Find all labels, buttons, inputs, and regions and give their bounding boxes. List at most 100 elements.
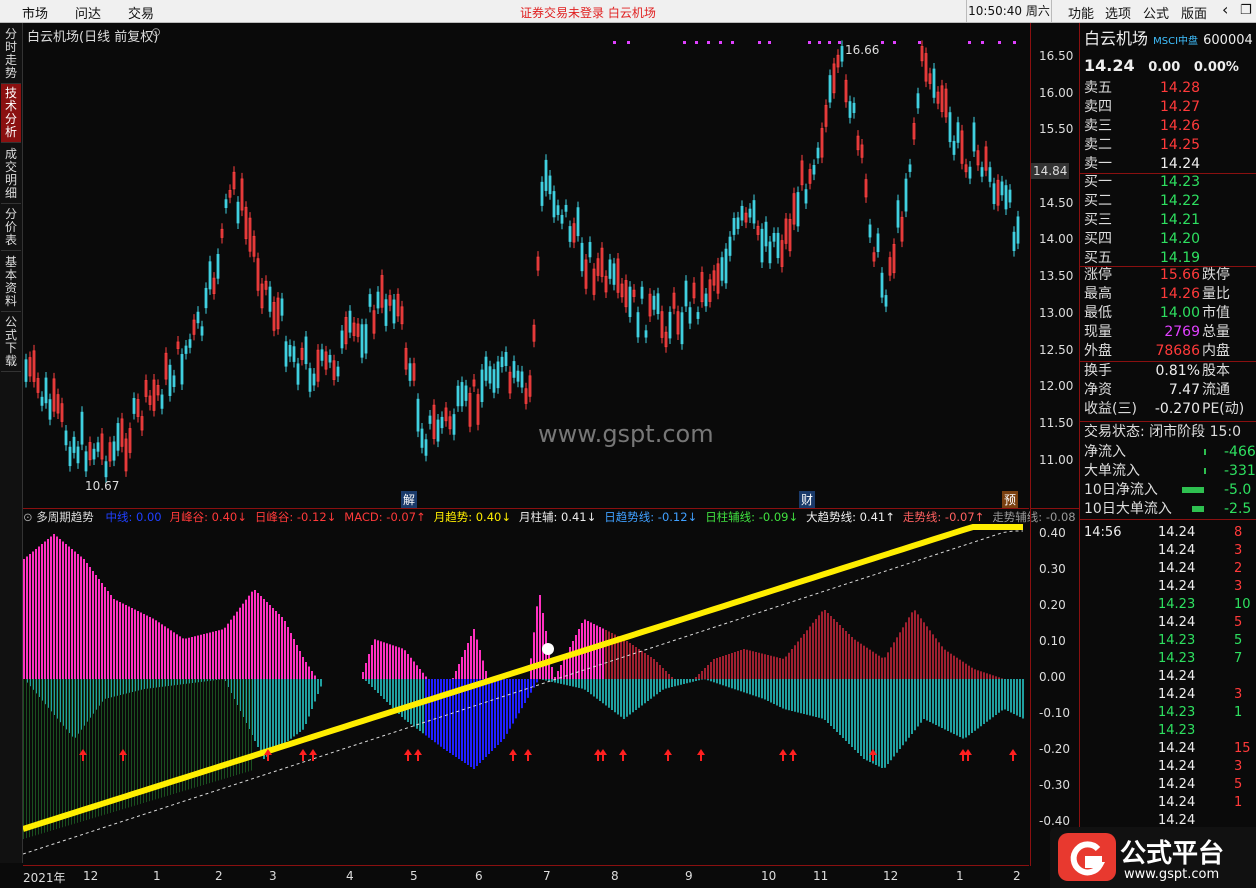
bid-row[interactable]: 买一 14.23	[1084, 173, 1200, 192]
menu-trade[interactable]: 交易	[128, 3, 154, 22]
candle	[1000, 175, 1004, 201]
candle	[840, 40, 844, 68]
event-marker-unlock[interactable]: 解	[401, 491, 418, 508]
flow-value: -5.0	[1224, 482, 1252, 498]
candle	[924, 47, 928, 88]
stat-row: 外盘 78686 内盘	[1084, 342, 1230, 361]
pos-bar	[293, 639, 295, 679]
neg-bar	[407, 679, 409, 722]
neg-bar	[473, 679, 475, 769]
event-marker-forecast[interactable]: 预	[1002, 491, 1019, 508]
candle	[360, 318, 364, 364]
clock: 10:50:40 周六	[966, 0, 1052, 22]
restore-icon[interactable]: ❐	[1240, 3, 1252, 18]
bg-bar	[80, 679, 81, 822]
neg-bar	[482, 679, 484, 760]
pos-bar	[929, 630, 931, 679]
candle	[716, 257, 720, 300]
bid-row[interactable]: 买二 14.22	[1084, 192, 1200, 211]
indicator-chart[interactable]: ⊙ 多周期趋势 中线: 0.00 月峰谷: 0.40↓ 日峰谷: -0.12↓ MAC…	[23, 508, 1076, 866]
ask-row[interactable]: 卖二 14.25	[1084, 136, 1200, 155]
flow-key: 10日大单流入	[1084, 501, 1172, 517]
neg-bar	[773, 679, 775, 704]
ask-row[interactable]: 卖四 14.27	[1084, 98, 1200, 117]
back-icon[interactable]: ‹	[1222, 0, 1228, 19]
neg-bar	[542, 679, 544, 680]
pos-bar	[134, 609, 136, 679]
candle	[416, 393, 420, 438]
ask-row[interactable]: 卖五 14.28	[1084, 79, 1200, 98]
candle	[932, 63, 936, 104]
menu-formula[interactable]: 公式	[1143, 3, 1169, 22]
candle	[256, 252, 260, 297]
candle	[1004, 179, 1008, 215]
bid-row[interactable]: 买三 14.21	[1084, 211, 1200, 230]
candle	[752, 194, 756, 230]
price-tick: 16.00	[1039, 86, 1074, 100]
tab-fundamentals[interactable]: 基本资料	[1, 253, 21, 312]
event-marker-finance[interactable]: 财	[799, 491, 816, 508]
ask-price: 14.28	[1160, 80, 1201, 96]
menu-market[interactable]: 市场	[22, 3, 48, 22]
pos-bar	[221, 629, 223, 679]
tab-technical-analysis[interactable]: 技术分析	[1, 84, 21, 143]
menu-layout[interactable]: 版面	[1181, 3, 1207, 22]
neg-bar	[731, 679, 733, 689]
pos-bar	[74, 551, 76, 679]
pos-bar	[716, 658, 718, 679]
neg-bar	[968, 679, 970, 736]
pos-bar	[452, 678, 454, 679]
pos-bar	[599, 627, 601, 679]
candle	[52, 372, 56, 418]
ask-row[interactable]: 卖一 14.24	[1084, 155, 1200, 174]
tab-price-table[interactable]: 分价表	[1, 205, 21, 251]
pos-bar	[992, 675, 994, 679]
candle	[184, 340, 188, 360]
candle	[580, 237, 584, 277]
candle	[952, 135, 956, 161]
neg-bar	[434, 679, 436, 743]
signal-dot	[808, 41, 811, 44]
tab-time-sharing[interactable]: 分时走势	[1, 25, 21, 84]
neg-bar	[479, 679, 481, 763]
neg-bar	[272, 679, 274, 753]
pos-bar	[797, 641, 799, 679]
bg-bar	[149, 679, 150, 802]
tab-formula-download[interactable]: 公式下载	[1, 313, 21, 372]
pos-bar	[758, 652, 760, 679]
candle	[172, 369, 176, 393]
stat-row: 现量 2769 总量	[1084, 323, 1230, 342]
candlestick-chart[interactable]: 白云机场(日线 前复权) ⊙ 16.66 10.67 www.gspt.com …	[23, 23, 1029, 508]
tab-trade-details[interactable]: 成交明细	[1, 145, 21, 204]
candle	[832, 57, 836, 99]
menu-function[interactable]: 功能	[1068, 3, 1094, 22]
neg-bar	[806, 679, 808, 715]
pos-bar	[44, 541, 46, 679]
neg-bar	[650, 679, 652, 699]
neg-bar	[674, 679, 676, 687]
flow-key: 净流入	[1084, 444, 1126, 460]
up-arrow-icon	[664, 749, 672, 761]
bg-bar	[176, 679, 177, 794]
neg-bar	[587, 679, 589, 692]
login-notice[interactable]: 证券交易未登录 白云机场	[520, 4, 656, 21]
candle	[144, 374, 148, 403]
pos-bar	[410, 657, 412, 679]
tick-price: 14.24	[1158, 543, 1196, 558]
tick-price: 14.24	[1158, 561, 1196, 576]
bg-bar	[26, 679, 27, 839]
neg-bar	[305, 679, 307, 724]
flow-value: -331	[1224, 463, 1256, 479]
signal-dot	[683, 41, 686, 44]
signal-dot	[893, 41, 896, 44]
menu-options[interactable]: 选项	[1105, 3, 1131, 22]
stat-key: 净资	[1084, 382, 1112, 398]
ask-row[interactable]: 卖三 14.26	[1084, 117, 1200, 136]
pos-bar	[470, 636, 472, 679]
neg-bar	[983, 679, 985, 724]
bid-row[interactable]: 买四 14.20	[1084, 230, 1200, 249]
candle	[584, 253, 588, 295]
pos-bar	[719, 657, 721, 679]
stat-key: 外盘	[1084, 343, 1112, 359]
menu-wenda[interactable]: 问达	[75, 3, 101, 22]
